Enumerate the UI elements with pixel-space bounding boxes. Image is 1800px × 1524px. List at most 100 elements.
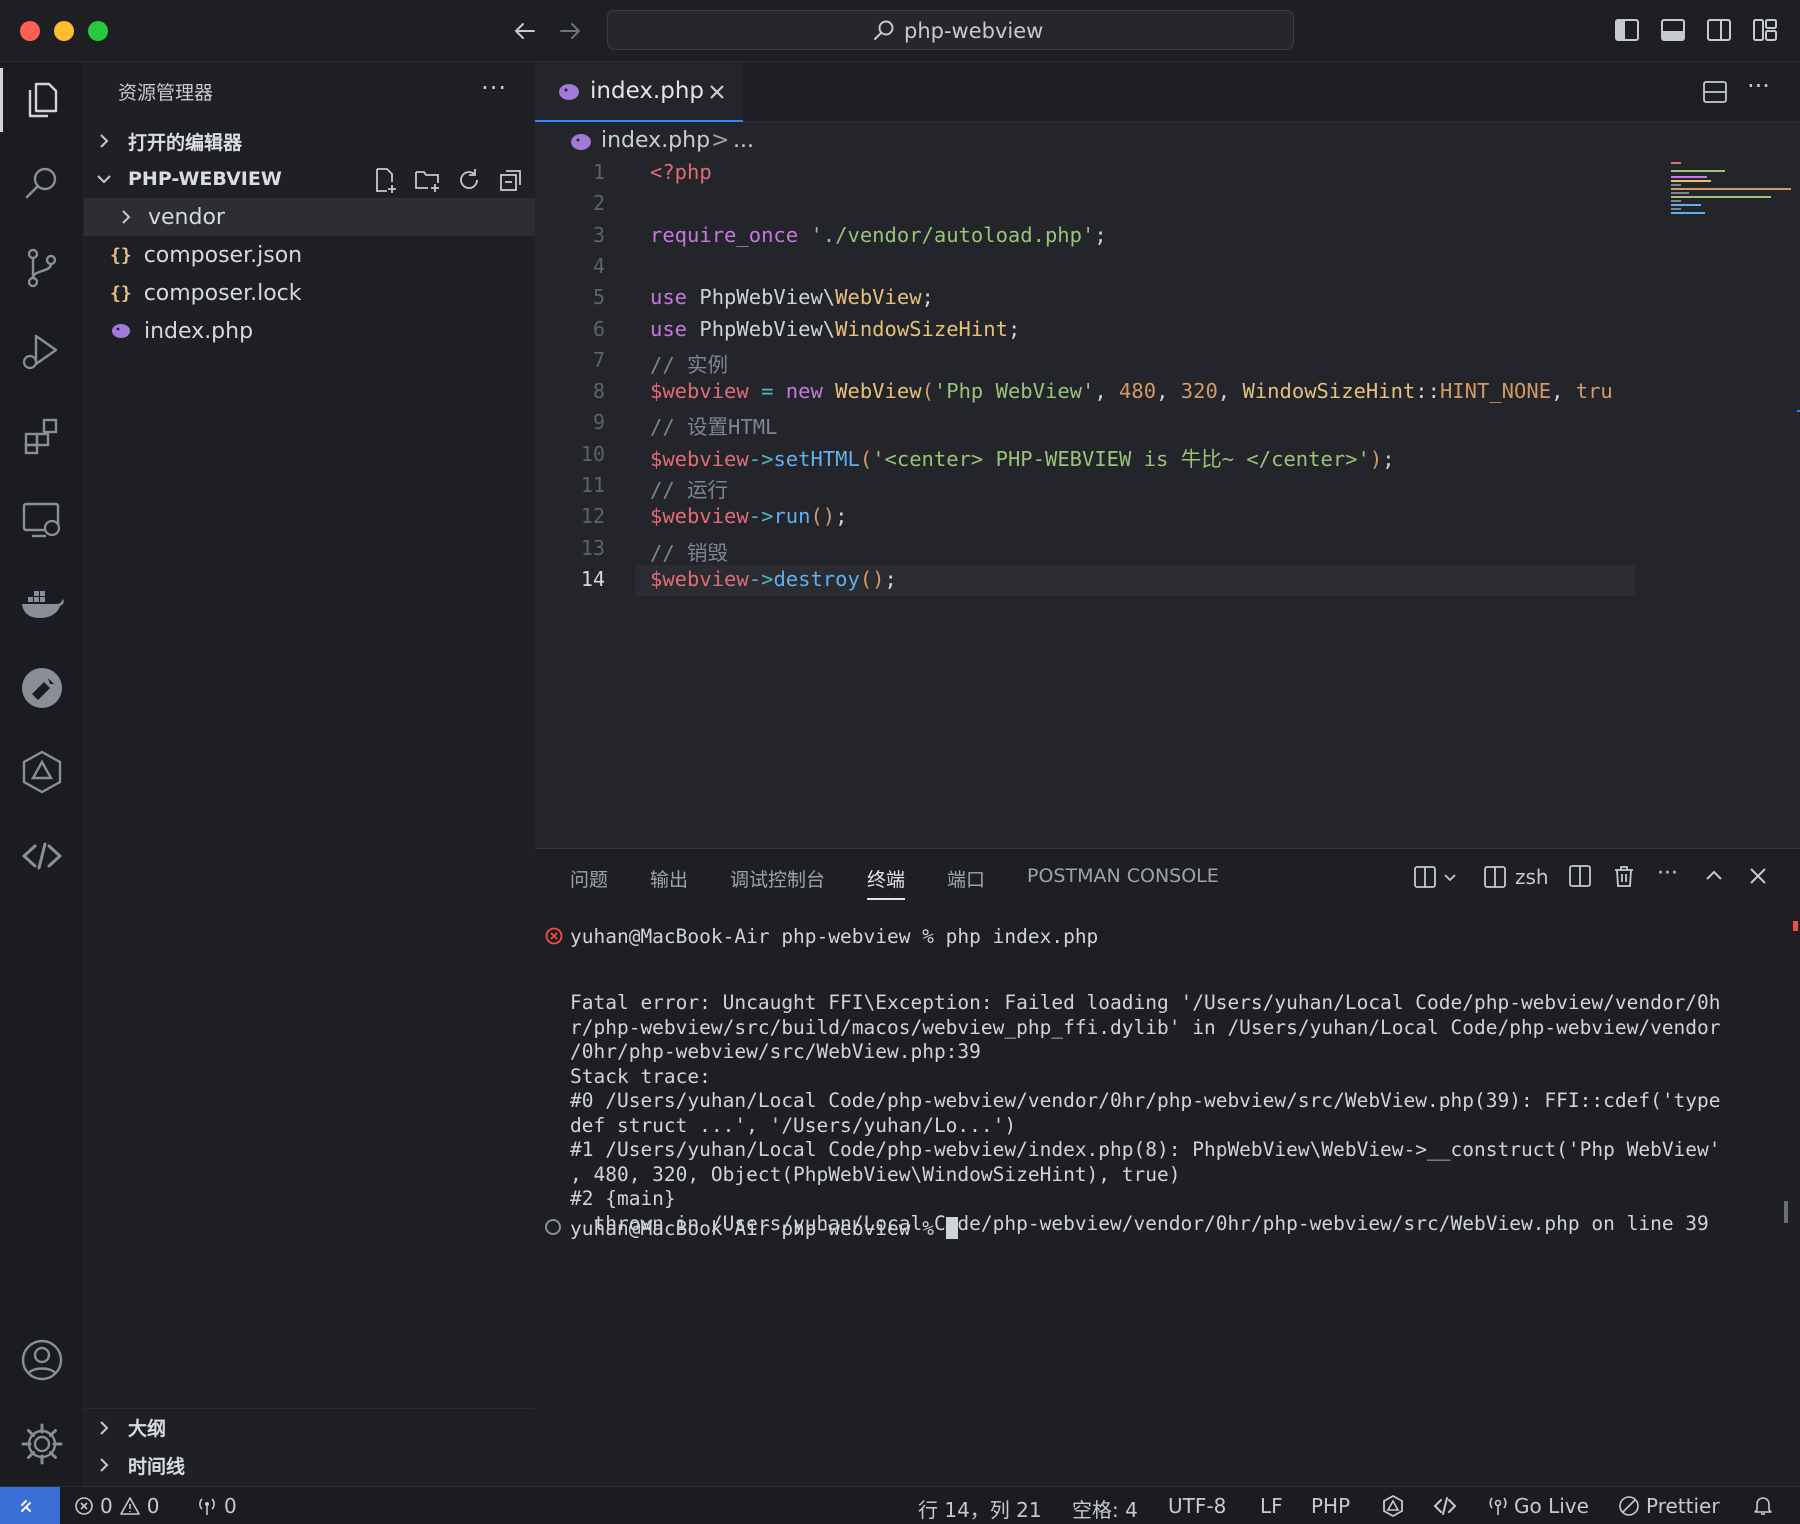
forward-arrow-icon[interactable] — [553, 14, 587, 48]
tab-terminal[interactable]: 终端 — [867, 865, 906, 900]
postman-icon[interactable] — [18, 664, 66, 712]
json-file-icon: {} — [110, 244, 132, 266]
collapse-all-icon[interactable] — [497, 166, 525, 194]
code-line: <?php — [650, 160, 712, 184]
docker-icon[interactable] — [18, 580, 66, 628]
prettier-label: Prettier — [1646, 1494, 1720, 1518]
terminal-scrollbar[interactable] — [1784, 1201, 1788, 1223]
new-folder-icon[interactable] — [413, 166, 441, 194]
refresh-icon[interactable] — [455, 166, 483, 194]
eol-status[interactable]: LF — [1260, 1494, 1283, 1518]
code-line: use PhpWebView\WindowSizeHint; — [650, 316, 1021, 341]
kill-terminal-trash-icon[interactable] — [1611, 863, 1637, 891]
panel-more-button[interactable]: ··· — [1657, 861, 1678, 889]
line-number: 14 — [580, 566, 605, 591]
tree-item-composer-lock[interactable]: {} composer.lock — [84, 274, 535, 312]
go-live-button[interactable]: Go Live — [1488, 1494, 1589, 1518]
tab-index-php[interactable]: index.php — [535, 62, 743, 122]
remote-explorer-icon[interactable] — [18, 496, 66, 544]
encoding-status[interactable]: UTF-8 — [1168, 1494, 1226, 1518]
tab-output[interactable]: 输出 — [650, 865, 688, 892]
tree-item-label: vendor — [148, 204, 225, 230]
terminal-line: #1 /Users/yuhan/Local Code/php-webview/i… — [570, 1138, 1721, 1162]
tree-item-composer-json[interactable]: {} composer.json — [84, 236, 535, 274]
toggle-secondary-sidebar-icon[interactable] — [1706, 17, 1732, 43]
live-share-status-icon[interactable] — [1432, 1494, 1458, 1518]
tab-debug-console[interactable]: 调试控制台 — [730, 865, 825, 892]
tab-postman-console[interactable]: POSTMAN CONSOLE — [1027, 865, 1219, 887]
terminal-line: Stack trace: — [570, 1064, 711, 1088]
project-section[interactable]: PHP-WEBVIEW — [84, 160, 535, 198]
extensions-icon[interactable] — [18, 412, 66, 460]
php-file-icon — [110, 322, 132, 340]
command-failed-icon[interactable] — [545, 927, 563, 945]
explorer-more-button[interactable]: ··· — [481, 74, 507, 102]
timeline-section[interactable]: 时间线 — [84, 1446, 535, 1484]
json-file-icon: {} — [110, 282, 132, 304]
editor-more-button[interactable]: ··· — [1747, 72, 1775, 100]
problems-status[interactable]: 0 0 — [74, 1494, 159, 1518]
gitkraken-status-icon[interactable] — [1380, 1494, 1406, 1518]
terminal-line: r/php-webview/src/build/macos/webview_ph… — [570, 1015, 1721, 1039]
line-number: 1 — [592, 160, 605, 184]
cursor-position[interactable]: 行 14，列 21 — [918, 1494, 1042, 1523]
split-editor-icon[interactable] — [1701, 78, 1729, 106]
command-pending-icon[interactable] — [545, 1219, 561, 1235]
code-editor[interactable]: 1 2 3 4 5 6 7 8 9 10 11 12 13 14 <?php require_once '… — [535, 160, 1800, 848]
zoom-window-button[interactable] — [88, 21, 108, 41]
terminal-prompt: yuhan@MacBook-Air php-webview % — [570, 1217, 946, 1240]
toggle-panel-icon[interactable] — [1660, 17, 1686, 43]
code-line: $webview->setHTML('<center> PHP-WEBVIEW … — [650, 446, 1395, 471]
search-icon[interactable] — [18, 160, 66, 208]
tab-ports[interactable]: 端口 — [947, 865, 985, 892]
terminal-line: #0 /Users/yuhan/Local Code/php-webview/v… — [570, 1089, 1721, 1113]
account-icon[interactable] — [18, 1336, 66, 1384]
chevron-down-icon — [94, 169, 114, 189]
minimap[interactable] — [1635, 160, 1800, 848]
toggle-primary-sidebar-icon[interactable] — [1614, 17, 1640, 43]
language-mode[interactable]: PHP — [1311, 1494, 1350, 1518]
code-line: // 实例 — [650, 352, 729, 377]
terminal-instance-zsh[interactable]: zsh — [1483, 863, 1549, 891]
gitkraken-icon[interactable] — [18, 748, 66, 796]
line-number: 8 — [592, 379, 605, 404]
breadcrumb-symbol[interactable]: ... — [733, 128, 754, 153]
tree-item-index-php[interactable]: index.php — [84, 312, 535, 350]
line-number: 2 — [592, 191, 605, 216]
run-and-debug-icon[interactable] — [18, 328, 66, 376]
ports-status[interactable]: 0 — [196, 1494, 237, 1518]
explorer-icon[interactable] — [0, 68, 66, 132]
notifications-bell-icon[interactable] — [1752, 1494, 1774, 1516]
split-terminal-icon[interactable] — [1567, 863, 1593, 891]
remote-indicator-button[interactable] — [0, 1487, 60, 1524]
title-bar: php-webview — [0, 0, 1800, 62]
back-arrow-icon[interactable] — [508, 14, 542, 48]
source-control-icon[interactable] — [18, 244, 66, 292]
code-line: require_once './vendor/autoload.php'; — [650, 222, 1107, 247]
maximize-panel-chevron-up-icon[interactable] — [1701, 863, 1727, 891]
broadcast-icon — [1488, 1495, 1508, 1517]
tab-problems[interactable]: 问题 — [570, 865, 608, 892]
shell-label: zsh — [1515, 865, 1549, 889]
command-center-search[interactable]: php-webview — [607, 10, 1294, 50]
search-icon — [872, 19, 896, 43]
tree-item-vendor[interactable]: vendor — [84, 198, 535, 236]
open-editors-section[interactable]: 打开的编辑器 — [84, 122, 535, 160]
outline-section[interactable]: 大纲 — [84, 1408, 535, 1446]
line-number: 5 — [592, 285, 605, 310]
prettier-status[interactable]: Prettier — [1618, 1494, 1720, 1518]
close-tab-icon[interactable] — [707, 82, 727, 102]
customize-layout-icon[interactable] — [1752, 17, 1778, 43]
new-terminal-dropdown[interactable] — [1413, 863, 1461, 891]
tab-label: index.php — [590, 78, 705, 104]
live-share-icon[interactable] — [18, 832, 66, 880]
manage-gear-icon[interactable] — [18, 1420, 66, 1468]
chevron-right-icon — [94, 131, 114, 151]
php-file-icon — [557, 82, 581, 102]
minimize-window-button[interactable] — [54, 21, 74, 41]
indentation-status[interactable]: 空格: 4 — [1072, 1494, 1138, 1523]
close-panel-icon[interactable] — [1745, 863, 1771, 891]
breadcrumb-file[interactable]: index.php — [601, 128, 710, 153]
new-file-icon[interactable] — [371, 166, 399, 194]
close-window-button[interactable] — [20, 21, 40, 41]
